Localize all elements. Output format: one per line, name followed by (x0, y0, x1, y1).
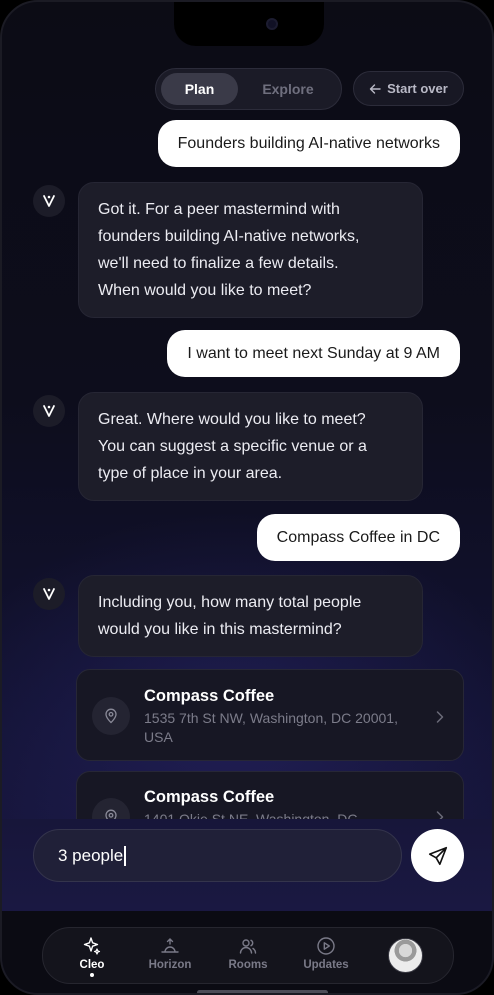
message-input[interactable]: 3 people (33, 829, 402, 882)
location-pin-icon (92, 697, 130, 735)
play-circle-icon (317, 937, 335, 955)
message-line: founders building AI-native networks, (98, 228, 360, 245)
nav-label: Cleo (79, 959, 105, 971)
assistant-logo-icon (43, 405, 55, 417)
assistant-logo-icon (43, 588, 55, 600)
nav-item-horizon[interactable]: Horizon (135, 936, 205, 971)
assistant-avatar (33, 395, 65, 427)
sunrise-icon (161, 938, 179, 953)
assistant-logo-icon (43, 195, 55, 207)
send-button[interactable] (411, 829, 464, 882)
bottom-nav: Cleo Horizon Rooms Updates (42, 927, 454, 984)
nav-label: Updates (303, 959, 349, 971)
message-line: When would you like to meet? (98, 282, 312, 299)
assistant-message: Got it. For a peer mastermind with found… (78, 182, 423, 318)
message-line: type of place in your area. (98, 465, 283, 482)
phone-screen: Plan Explore Start over Founders buildin… (0, 0, 494, 995)
nav-label: Horizon (148, 959, 192, 971)
assistant-avatar (33, 185, 65, 217)
nav-item-rooms[interactable]: Rooms (213, 936, 283, 971)
user-message: Compass Coffee in DC (256, 514, 460, 561)
tab-explore[interactable]: Explore (246, 73, 330, 105)
arrow-left-icon (369, 83, 381, 94)
message-line: You can suggest a specific venue or a (98, 438, 367, 455)
venue-name: Compass Coffee (144, 687, 275, 705)
dynamic-island (174, 2, 324, 46)
user-message: I want to meet next Sunday at 9 AM (167, 330, 460, 377)
send-icon (428, 846, 447, 865)
assistant-message: Including you, how many total people wou… (78, 575, 423, 657)
sparkle-icon (83, 937, 101, 955)
message-line: would you like in this mastermind? (98, 621, 342, 638)
people-icon (239, 939, 257, 954)
assistant-message: Great. Where would you like to meet? You… (78, 392, 423, 501)
user-message: Founders building AI-native networks (157, 120, 460, 167)
message-input-value: 3 people (58, 845, 124, 865)
text-caret (124, 845, 126, 866)
message-line: we'll need to finalize a few details. (98, 255, 339, 272)
message-line: Including you, how many total people (98, 594, 362, 611)
home-indicator (197, 990, 328, 993)
venue-name: Compass Coffee (144, 788, 275, 806)
mode-switcher: Plan Explore (155, 68, 342, 110)
start-over-label: Start over (387, 81, 448, 96)
message-line: Got it. For a peer mastermind with (98, 201, 340, 218)
assistant-avatar (33, 578, 65, 610)
start-over-button[interactable]: Start over (353, 71, 464, 106)
profile-avatar[interactable] (388, 938, 423, 973)
active-indicator (90, 973, 94, 977)
tab-plan[interactable]: Plan (161, 73, 238, 105)
nav-item-cleo[interactable]: Cleo (57, 936, 127, 977)
venue-address: 1535 7th St NW, Washington, DC 20001, US… (144, 710, 398, 745)
camera-icon (266, 18, 278, 30)
nav-item-updates[interactable]: Updates (291, 936, 361, 971)
nav-label: Rooms (228, 959, 268, 971)
venue-card[interactable]: Compass Coffee 1535 7th St NW, Washingto… (76, 669, 464, 761)
chevron-right-icon (436, 711, 444, 723)
message-line: Great. Where would you like to meet? (98, 411, 366, 428)
